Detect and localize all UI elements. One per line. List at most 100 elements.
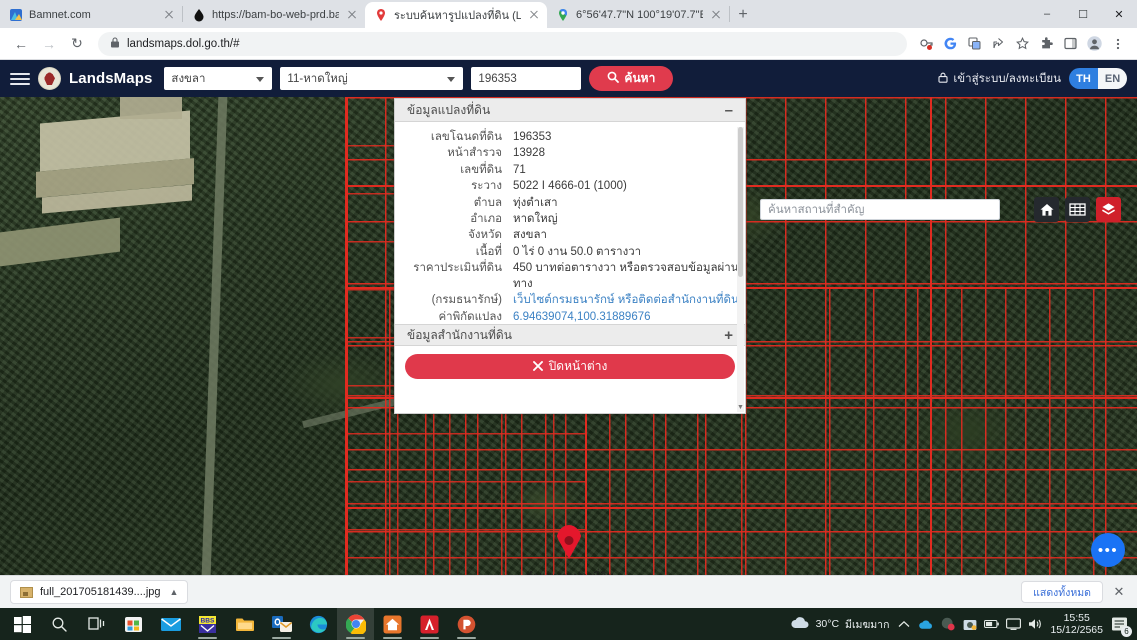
start-button[interactable] <box>4 608 41 640</box>
taskbar-clock[interactable]: 15:55 15/12/2565 <box>1050 612 1103 637</box>
extensions-icon[interactable] <box>1035 33 1057 55</box>
screenshot-icon[interactable] <box>962 617 977 632</box>
back-icon[interactable]: ← <box>8 31 34 57</box>
powerpoint-icon[interactable] <box>448 608 485 640</box>
home-extent-button[interactable] <box>1034 197 1059 222</box>
google-icon[interactable] <box>939 33 961 55</box>
window-controls: – ☐ ✕ <box>1029 0 1137 28</box>
language-toggle[interactable]: TH EN <box>1069 68 1127 89</box>
panel-footer <box>395 389 745 413</box>
new-tab-button[interactable]: + <box>730 2 756 28</box>
download-bar: full_201705181439....jpg ▲ แสดงทั้งหมด ✕ <box>0 575 1137 608</box>
search-icon[interactable] <box>41 608 78 640</box>
place-search-input[interactable]: ค้นหาสถานที่สำคัญ <box>760 199 1000 220</box>
side-panel-icon[interactable] <box>1059 33 1081 55</box>
notification-center-button[interactable]: 6 <box>1110 615 1132 637</box>
antivirus-icon[interactable] <box>940 617 955 632</box>
hamburger-icon[interactable] <box>10 72 30 85</box>
info-row: ราคาประเมินที่ดิน 450 บาทต่อตารางวา หรือ… <box>395 261 745 292</box>
info-label: เนื้อที่ <box>475 245 502 258</box>
microsoft-store-icon[interactable] <box>115 608 152 640</box>
browser-tab-2[interactable]: ระบบค้นหารูปแปลงที่ดิน (LandsMap <box>365 2 547 28</box>
collapse-icon[interactable]: – <box>725 102 733 119</box>
bbs-app-icon[interactable]: BBS <box>189 608 226 640</box>
adobe-reader-icon[interactable] <box>411 608 448 640</box>
mail-icon[interactable] <box>152 608 189 640</box>
show-hidden-icons-button[interactable] <box>896 617 911 632</box>
address-bar[interactable]: landsmaps.dol.go.th/# <box>98 31 907 56</box>
land-office-section-header[interactable]: ข้อมูลสำนักงานที่ดิน + <box>395 323 745 347</box>
close-icon[interactable] <box>709 8 723 22</box>
toolbar-icon-group <box>915 33 1129 55</box>
browser-toolbar: ← → ↻ landsmaps.dol.go.th/# <box>0 28 1137 60</box>
expand-icon[interactable]: + <box>724 327 733 344</box>
window-close-button[interactable]: ✕ <box>1101 0 1137 28</box>
network-icon[interactable] <box>1006 617 1022 632</box>
task-view-icon[interactable] <box>78 608 115 640</box>
coordinates-link[interactable]: 6.94639074,100.31889676 <box>511 310 651 324</box>
download-item[interactable]: full_201705181439....jpg ▲ <box>10 580 189 604</box>
info-label: ราคาประเมินที่ดิน <box>413 262 502 275</box>
edge-icon[interactable] <box>300 608 337 640</box>
window-maximize-button[interactable]: ☐ <box>1065 0 1101 28</box>
forward-icon[interactable]: → <box>36 31 62 57</box>
password-manager-icon[interactable] <box>915 33 937 55</box>
search-button[interactable]: ค้นหา <box>589 66 674 91</box>
outlook-icon[interactable] <box>263 608 300 640</box>
reload-icon[interactable]: ↻ <box>64 31 90 57</box>
info-row: (กรมธนารักษ์) เว็บไซต์กรมธนารักษ์ หรือติ… <box>395 293 745 308</box>
browser-tab-3[interactable]: 6°56'47.7"N 100°19'07.7"E - Goo <box>547 2 729 28</box>
panel-scrollbar[interactable]: ▼ <box>737 127 744 412</box>
info-label: อำเภอ <box>470 213 502 226</box>
treasury-website-link[interactable]: เว็บไซต์กรมธนารักษ์ หรือติดต่อสำนักงานที… <box>511 293 739 308</box>
download-file-name: full_201705181439....jpg <box>40 586 161 598</box>
info-value: 450 บาทต่อตารางวา หรือตรวจสอบข้อมูลผ่านท… <box>513 262 739 290</box>
info-label: เลขที่ดิน <box>460 163 502 176</box>
volume-icon[interactable] <box>1028 617 1043 632</box>
translate-icon[interactable] <box>963 33 985 55</box>
amphoe-select-value: 11-หาดใหญ่ <box>287 72 348 85</box>
close-download-bar-icon[interactable]: ✕ <box>1111 584 1127 600</box>
scroll-down-icon[interactable]: ▼ <box>737 403 744 412</box>
close-icon[interactable] <box>162 8 176 22</box>
home-app-icon[interactable] <box>374 608 411 640</box>
weather-temperature: 30°C <box>815 618 840 630</box>
selected-parcel-marker[interactable] <box>556 525 582 561</box>
province-select[interactable]: สงขลา <box>164 67 273 90</box>
panel-actions: ปิดหน้าต่าง <box>395 346 745 389</box>
chrome-icon[interactable] <box>337 608 374 640</box>
show-all-downloads-button[interactable]: แสดงทั้งหมด <box>1021 581 1103 603</box>
panel-header[interactable]: ข้อมูลแปลงที่ดิน – <box>395 99 745 123</box>
site-header: LandsMaps สงขลา 11-หาดใหญ่ 196353 ค้นหา … <box>0 60 1137 97</box>
close-icon[interactable] <box>345 8 359 22</box>
profile-icon[interactable] <box>1083 33 1105 55</box>
login-register-link[interactable]: เข้าสู่ระบบ/ลงทะเบียน <box>938 70 1061 88</box>
amphoe-select[interactable]: 11-หาดใหญ่ <box>280 67 464 90</box>
chevron-down-icon <box>447 76 456 82</box>
scrollbar-thumb[interactable] <box>738 127 743 277</box>
browser-tab-0[interactable]: Bamnet.com <box>0 2 182 28</box>
parcel-number-input[interactable]: 196353 <box>471 67 582 90</box>
window-minimize-button[interactable]: – <box>1029 0 1065 28</box>
layers-button[interactable] <box>1096 197 1121 222</box>
battery-icon[interactable] <box>984 617 1000 632</box>
chevron-up-icon[interactable]: ▲ <box>170 587 179 597</box>
bookmark-star-icon[interactable] <box>1011 33 1033 55</box>
weather-widget[interactable]: 30°C มีเมฆมาก <box>790 616 889 633</box>
info-row: เนื้อที่ 0 ไร่ 0 งาน 50.0 ตารางวา <box>395 245 745 260</box>
land-office-section-title: ข้อมูลสำนักงานที่ดิน <box>407 327 512 342</box>
close-icon[interactable] <box>527 8 541 22</box>
info-label: (กรมธนารักษ์) <box>431 294 502 307</box>
place-search-clear-icon[interactable]: close-icon <box>1006 199 1028 221</box>
file-explorer-icon[interactable] <box>226 608 263 640</box>
browser-tab-1[interactable]: https://bam-bo-web-prd.bam.co <box>183 2 365 28</box>
language-option-th[interactable]: TH <box>1069 68 1098 89</box>
close-panel-button[interactable]: ปิดหน้าต่าง <box>405 354 735 380</box>
more-options-fab[interactable]: ••• <box>1091 533 1125 567</box>
grid-layer-button[interactable] <box>1065 197 1090 222</box>
language-option-en[interactable]: EN <box>1098 68 1127 89</box>
chrome-menu-icon[interactable] <box>1107 33 1129 55</box>
share-icon[interactable] <box>987 33 1009 55</box>
onedrive-icon[interactable] <box>918 617 933 632</box>
search-icon <box>607 71 620 86</box>
